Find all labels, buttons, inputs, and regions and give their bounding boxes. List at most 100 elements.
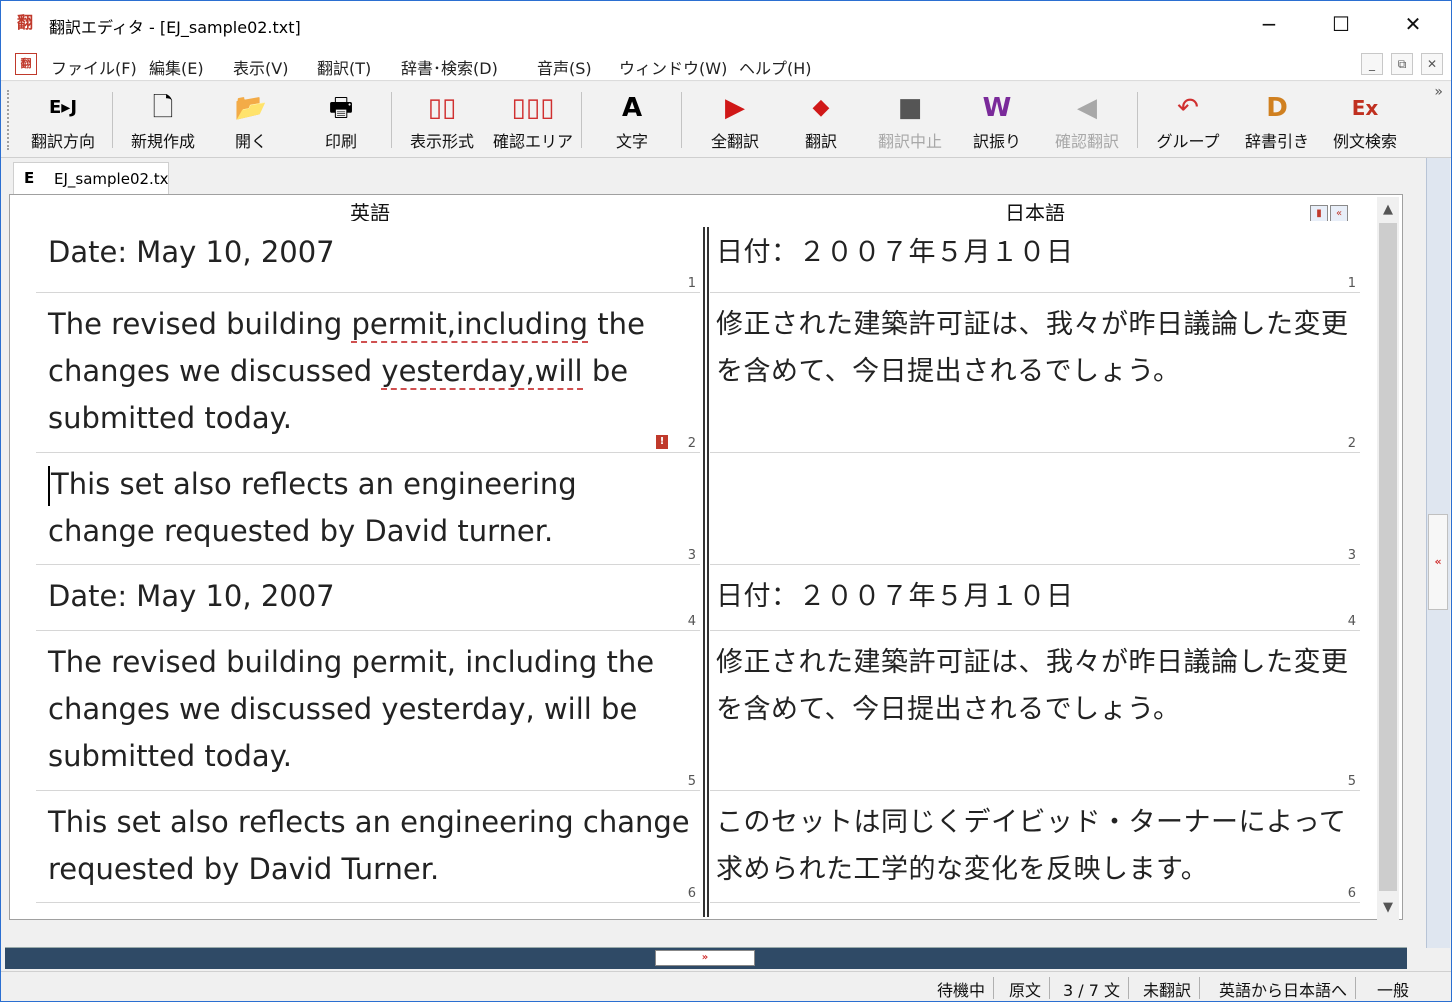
ej-direction-icon: E▸J [48,97,78,118]
status-translation: 未翻訳 [1143,977,1201,1000]
pane-divider[interactable] [703,227,709,917]
segment-number: 1 [1347,276,1356,291]
source-column-header: 英語 [350,201,390,225]
ej-badge: E [24,169,35,187]
stop-translation-button[interactable]: ■ 翻訳中止 [867,88,953,154]
open-button[interactable]: 📂 開く [213,88,289,154]
translation-editor-window: 翻 翻訳エディタ - [EJ_sample02.txt] − ☐ ✕ 翻 ファイ… [0,0,1452,1002]
toolbar-grip[interactable] [7,90,11,150]
new-document-button[interactable]: 🗋 新規作成 [119,88,207,154]
segment-number: 2 [687,436,696,451]
scroll-thumb[interactable] [1379,223,1397,891]
minimize-button[interactable]: − [1233,1,1305,47]
segment-number: 1 [687,276,696,291]
word-alignment-icon: W [982,93,1012,123]
target-column-header: 日本語 [1005,201,1065,225]
scroll-down-icon[interactable]: ▼ [1377,897,1399,919]
expand-panel-button[interactable]: « [1428,514,1448,610]
toolbar: E▸J 翻訳方向 🗋 新規作成 📂 開く 🖶 印刷 ▯▯ 表示形式 ▯▯▯ 確認… [1,82,1451,158]
group-button[interactable]: ↶ グループ [1145,88,1231,154]
title-bar: 翻 翻訳エディタ - [EJ_sample02.txt] − ☐ ✕ [1,1,1451,47]
menu-voice[interactable]: 音声(S) [537,55,592,79]
spelling-warning[interactable]: permit,including [351,307,589,343]
menu-window[interactable]: ウィンドウ(W) [619,55,727,79]
segment-number: 2 [1347,436,1356,451]
dictionary-lookup-button[interactable]: D 辞書引き [1237,88,1317,154]
segment-number: 4 [1347,614,1356,629]
print-button[interactable]: 🖶 印刷 [299,88,383,154]
source-segment[interactable]: Date: May 10, 2007 1 [36,221,700,293]
target-segment[interactable]: 修正された建築許可証は、我々が昨日議論した変更を含めて、今日提出されるでしょう。… [710,293,1360,453]
target-segment[interactable]: このセットは同じくデイビッド・ターナーによって求められた工学的な変化を反映します… [710,791,1360,903]
target-segment[interactable]: 日付：２００７年５月１０日 4 [710,565,1360,631]
example-search-button[interactable]: Ex 例文検索 [1323,88,1407,154]
status-bar: 待機中 原文 3 / 7 文 未翻訳 英語から日本語へ 一般 [1,971,1451,1001]
close-button[interactable]: ✕ [1377,1,1449,47]
review-area-splitter[interactable]: » [5,947,1407,969]
segment-number: 3 [1347,548,1356,563]
target-segment-empty[interactable]: 3 [710,453,1360,565]
menu-dictionary-search[interactable]: 辞書･検索(D) [401,55,498,79]
menu-file[interactable]: ファイル(F) [51,55,137,79]
review-area-icon: ▯▯▯ [511,93,555,123]
document-tab[interactable]: E EJ_sample02.txt [13,162,169,194]
review-area-button[interactable]: ▯▯▯ 確認エリア [491,88,575,154]
app-icon: 翻 [17,13,34,32]
menu-view[interactable]: 表示(V) [233,55,288,79]
segment-number: 5 [687,774,696,789]
vertical-scrollbar[interactable]: ▲ ▼ [1377,197,1399,921]
display-format-button[interactable]: ▯▯ 表示形式 [399,88,485,154]
translate-all-button[interactable]: ▶ 全翻訳 [695,88,775,154]
splitter-expand-icon[interactable]: » [655,950,755,966]
document-tab-strip: E EJ_sample02.txt [1,158,1451,194]
target-segment[interactable]: 日付：２００７年５月１０日 1 [710,221,1360,293]
target-segment[interactable]: 修正された建築許可証は、我々が昨日議論した変更を含めて、今日提出されるでしょう。… [710,631,1360,791]
target-pane[interactable]: 日付：２００７年５月１０日 1 修正された建築許可証は、我々が昨日議論した変更を… [710,221,1360,915]
document-menu-icon[interactable]: 翻 [15,53,37,75]
font-size-icon: A [621,93,643,123]
menu-edit[interactable]: 編集(E) [149,55,204,79]
menu-bar: 翻 ファイル(F) 編集(E) 表示(V) 翻訳(T) 辞書･検索(D) 音声(… [1,47,1451,81]
translation-direction-button[interactable]: E▸J 翻訳方向 [19,88,107,154]
source-pane[interactable]: Date: May 10, 2007 1 The revised buildin… [36,221,700,915]
undo-arrow-icon: ↶ [1177,93,1199,123]
header-tools: ▮ « [1310,201,1350,223]
source-segment-active[interactable]: This set also reflects an engineering ch… [36,453,700,565]
source-segment[interactable]: The revised building permit,including th… [36,293,700,453]
window-title: 翻訳エディタ - [EJ_sample02.txt] [49,18,301,37]
dictionary-icon: D [1266,93,1288,123]
play-icon: ▶ [725,93,745,123]
new-file-icon: 🗋 [152,93,174,123]
word-alignment-button[interactable]: W 訳振り [961,88,1033,154]
status-position: 3 / 7 文 [1063,977,1130,1000]
toolbar-overflow-button[interactable]: » [1434,84,1443,100]
example-search-icon: Ex [1351,96,1379,120]
back-translation-icon: ◀ [1077,93,1097,123]
open-folder-icon: 📂 [234,93,268,123]
child-minimize-button[interactable]: _ [1361,53,1383,75]
segment-number: 6 [1347,886,1356,901]
source-segment[interactable]: The revised building permit, including t… [36,631,700,791]
parallel-editor: 英語 日本語 ▮ « Date: May 10, 2007 1 The revis… [9,194,1403,920]
maximize-button[interactable]: ☐ [1305,1,1377,47]
translate-button[interactable]: ◆ 翻訳 [785,88,857,154]
scroll-up-icon[interactable]: ▲ [1377,199,1399,221]
status-mode: 原文 [1009,977,1051,1000]
segment-number: 5 [1347,774,1356,789]
status-field: 一般 [1377,981,1410,1000]
spelling-warning[interactable]: yesterday,will [381,354,583,390]
segment-number: 4 [687,614,696,629]
font-button[interactable]: A 文字 [597,88,667,154]
status-direction: 英語から日本語へ [1219,977,1357,1000]
status-state: 待機中 [937,977,995,1000]
back-translation-button[interactable]: ◀ 確認翻訳 [1043,88,1131,154]
warning-icon[interactable]: ! [656,435,668,449]
menu-translate[interactable]: 翻訳(T) [317,55,371,79]
menu-help[interactable]: ヘルプ(H) [739,55,812,79]
document-tab-label: EJ_sample02.txt [54,170,168,188]
child-restore-button[interactable]: ⧉ [1391,53,1413,75]
source-segment[interactable]: Date: May 10, 2007 4 [36,565,700,631]
source-segment[interactable]: This set also reflects an engineering ch… [36,791,700,903]
child-close-button[interactable]: ✕ [1421,53,1443,75]
printer-icon: 🖶 [328,93,354,123]
